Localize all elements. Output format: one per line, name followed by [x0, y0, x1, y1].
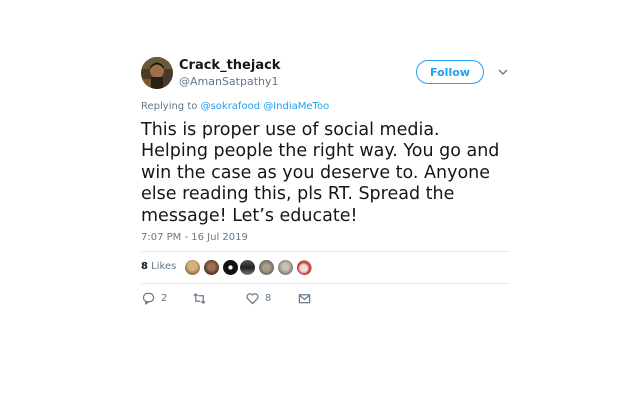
- mention-link-indiametoo[interactable]: @IndiaMeToo: [263, 101, 329, 112]
- liker-avatar-1[interactable]: [184, 259, 201, 276]
- reply-button[interactable]: 2: [142, 291, 167, 305]
- reply-count: 2: [161, 292, 168, 304]
- like-button[interactable]: 8: [246, 291, 271, 305]
- liker-avatar-5[interactable]: [258, 259, 275, 276]
- divider: [141, 283, 509, 284]
- tweet-card: Crack_thejack @AmanSatpathy1 Follow Repl…: [0, 0, 640, 400]
- tweet-text: This is proper use of social media. Help…: [141, 120, 500, 226]
- liker-avatar-3[interactable]: [222, 259, 239, 276]
- liker-avatar-6[interactable]: [277, 259, 294, 276]
- heart-icon: [246, 292, 259, 304]
- liker-avatar-4[interactable]: [239, 259, 256, 276]
- retweet-button[interactable]: [193, 291, 212, 305]
- chevron-down-icon[interactable]: [497, 67, 509, 77]
- author-display-name[interactable]: Crack_thejack: [179, 58, 280, 73]
- follow-button[interactable]: Follow: [416, 60, 484, 84]
- divider: [141, 251, 509, 252]
- mention-link-sokrafood[interactable]: @sokrafood: [201, 101, 260, 112]
- likes-summary[interactable]: 8 Likes: [141, 261, 176, 272]
- envelope-icon: [298, 293, 311, 303]
- author-handle[interactable]: @AmanSatpathy1: [179, 75, 279, 88]
- tweet-timestamp[interactable]: 7:07 PM - 16 Jul 2019: [141, 232, 248, 243]
- reply-context-prefix: Replying to: [141, 101, 198, 112]
- author-avatar[interactable]: [141, 57, 173, 89]
- reply-icon: [142, 292, 155, 305]
- reply-context: Replying to @sokrafood @IndiaMeToo: [141, 101, 329, 112]
- like-count: 8: [265, 292, 272, 304]
- liker-avatar-2[interactable]: [203, 259, 220, 276]
- liker-avatar-7[interactable]: [296, 259, 313, 276]
- likes-count: 8: [141, 261, 148, 272]
- likes-label: Likes: [151, 261, 177, 272]
- retweet-icon: [193, 292, 206, 304]
- direct-message-button[interactable]: [298, 291, 311, 305]
